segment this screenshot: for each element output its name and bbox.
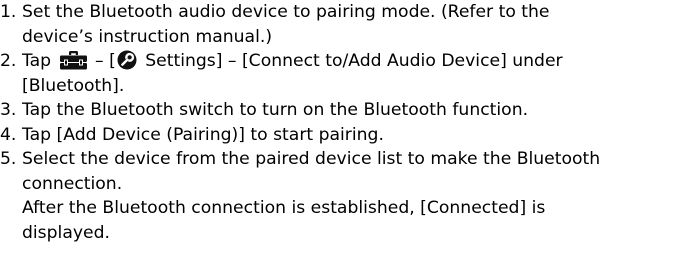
toolbox-icon — [59, 50, 88, 70]
step-number: 3. — [0, 100, 17, 120]
step-text-line: device’s instruction manual.) — [22, 26, 273, 47]
step-1: 1. Set the Bluetooth audio device to pai… — [0, 0, 693, 49]
step-text-line: [Bluetooth]. — [22, 75, 125, 96]
step-text-line: Tap the Bluetooth switch to turn on the … — [22, 100, 529, 120]
step-text-line: Select the device from the paired device… — [22, 149, 601, 169]
step-2: 2. Tap – [ Settings] – [Connect to/Add A… — [0, 49, 693, 98]
step-text-line: After the Bluetooth connection is establ… — [22, 198, 546, 218]
step-number: 5. — [0, 149, 17, 169]
instruction-steps: 1. Set the Bluetooth audio device to pai… — [0, 0, 693, 245]
step-text-line: connection. — [22, 173, 123, 194]
step-number: 4. — [0, 124, 17, 145]
step-text-line: Tap – [ Settings] – [Connect to/Add Audi… — [22, 49, 693, 74]
step-text: – [ — [89, 51, 116, 71]
step-5: 5. Select the device from the paired dev… — [0, 147, 693, 245]
settings-icon — [117, 50, 137, 70]
step-number: 2. — [0, 51, 17, 71]
step-4: 4. Tap [Add Device (Pairing)] to start p… — [0, 123, 693, 148]
step-3: 3. Tap the Bluetooth switch to turn on t… — [0, 98, 693, 123]
step-text-line: displayed. — [22, 222, 110, 243]
step-text-line: Set the Bluetooth audio device to pairin… — [22, 2, 550, 22]
step-text: Tap — [22, 51, 57, 71]
step-number: 1. — [0, 2, 17, 22]
step-text-line: Tap [Add Device (Pairing)] to start pair… — [22, 124, 384, 145]
step-text: Settings] – [Connect to/Add Audio Device… — [139, 51, 563, 71]
